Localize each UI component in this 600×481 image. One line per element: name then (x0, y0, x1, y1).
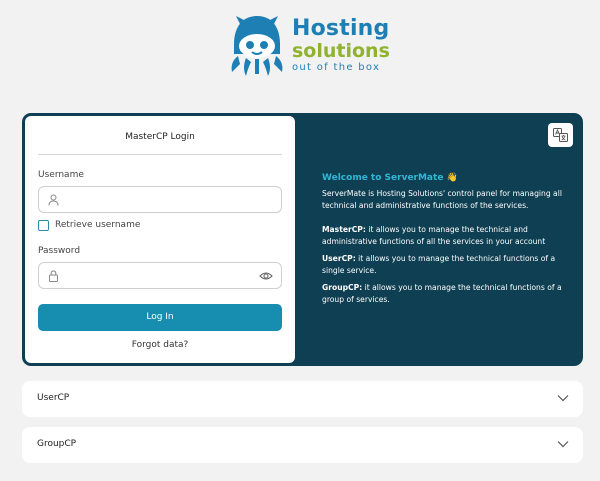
brand-tagline: out of the box (292, 62, 381, 73)
retrieve-username-label[interactable]: Retrieve username (55, 220, 140, 230)
info-item-usercp: UserCP: it allows you to manage the tech… (322, 253, 572, 277)
info-item-mastercp: MasterCP: it allows you to manage the te… (322, 224, 572, 248)
info-term: UserCP: (322, 254, 356, 263)
divider (38, 154, 282, 155)
username-label: Username (38, 170, 84, 180)
chevron-down-icon (557, 395, 569, 402)
welcome-title: Welcome to ServerMate 👋 (322, 173, 458, 183)
brand-name-hosting: Hosting (292, 16, 390, 41)
login-card: MasterCP Login Username Retrieve usernam… (22, 113, 583, 366)
accordion-label: UserCP (37, 393, 70, 403)
translate-icon (553, 128, 568, 142)
brand-logo: Hosting solutions out of the box (226, 12, 390, 78)
lock-icon (49, 270, 58, 282)
username-field[interactable] (38, 186, 282, 213)
forgot-data-link[interactable]: Forgot data? (25, 340, 295, 350)
eye-icon[interactable] (259, 271, 273, 281)
hooded-octopus-mascot-icon (231, 16, 283, 76)
info-term: GroupCP: (322, 283, 363, 292)
login-title: MasterCP Login (125, 132, 195, 142)
accordion-label: GroupCP (37, 439, 77, 449)
info-text: it allows you to manage the technical fu… (322, 254, 556, 275)
username-input[interactable] (63, 191, 253, 208)
info-term: MasterCP: (322, 225, 366, 234)
password-field[interactable] (38, 262, 282, 289)
password-input[interactable] (63, 267, 253, 284)
chevron-down-icon (557, 441, 569, 448)
translate-button[interactable] (548, 123, 573, 147)
accordion-groupcp[interactable]: GroupCP (22, 427, 583, 463)
retrieve-username-checkbox[interactable] (38, 220, 49, 231)
brand-name-solutions: solutions (292, 40, 390, 62)
login-panel: MasterCP Login Username Retrieve usernam… (25, 116, 295, 363)
info-item-groupcp: GroupCP: it allows you to manage the tec… (322, 282, 572, 306)
accordion-usercp[interactable]: UserCP (22, 381, 583, 417)
login-button[interactable]: Log In (38, 304, 282, 331)
password-label: Password (38, 246, 81, 256)
welcome-intro: ServerMate is Hosting Solutions' control… (322, 189, 562, 210)
user-icon (48, 194, 59, 206)
